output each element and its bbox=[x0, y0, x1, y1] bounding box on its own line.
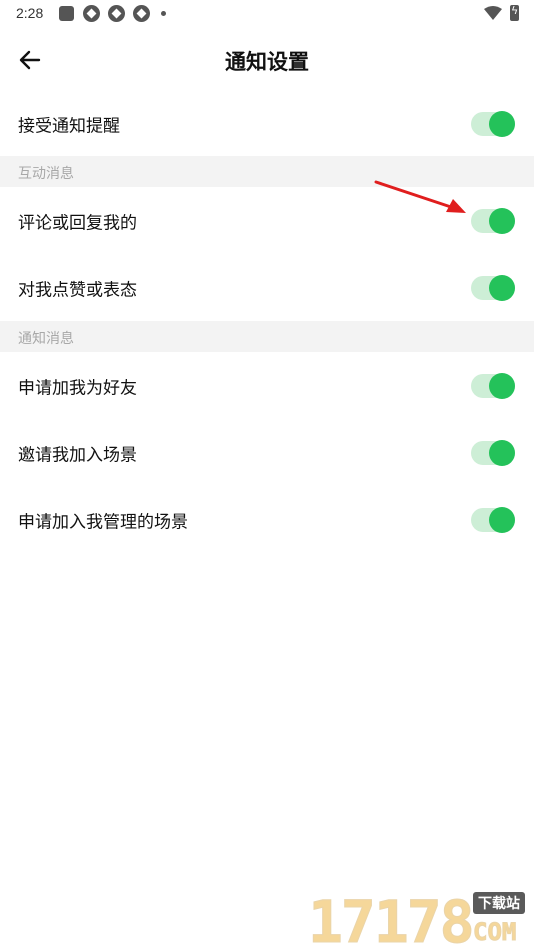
friend-requests-toggle[interactable] bbox=[471, 372, 515, 399]
app-pin-icon bbox=[133, 5, 150, 22]
more-dot-icon bbox=[161, 11, 166, 16]
section-header-notifications: 通知消息 bbox=[0, 321, 534, 352]
app-bar: 通知设置 bbox=[0, 28, 534, 90]
wifi-icon bbox=[484, 6, 502, 20]
setting-row-receive-notifications: 接受通知提醒 bbox=[0, 90, 534, 157]
section-title: 通知消息 bbox=[18, 331, 74, 347]
scene-invites-toggle[interactable] bbox=[471, 439, 515, 466]
status-time: 2:28 bbox=[16, 5, 44, 21]
status-bar: 2:28 bbox=[0, 0, 534, 28]
setting-row-scene-join-requests: 申请加入我管理的场景 bbox=[0, 486, 534, 553]
watermark-tag: 下载站 bbox=[473, 892, 525, 914]
annotation-arrow-icon bbox=[374, 180, 466, 213]
watermark-suffix: COM bbox=[472, 918, 517, 947]
toggle-knob bbox=[489, 274, 515, 301]
scene-join-requests-toggle[interactable] bbox=[471, 506, 515, 533]
comments-replies-toggle[interactable] bbox=[471, 207, 515, 234]
setting-label: 接受通知提醒 bbox=[18, 116, 120, 136]
toggle-knob bbox=[489, 207, 515, 234]
setting-row-likes-reactions: 对我点赞或表态 bbox=[0, 254, 534, 321]
setting-row-friend-requests: 申请加我为好友 bbox=[0, 352, 534, 419]
toggle-knob bbox=[489, 110, 515, 137]
page-title: 通知设置 bbox=[225, 50, 309, 74]
likes-reactions-toggle[interactable] bbox=[471, 274, 515, 301]
setting-label: 申请加我为好友 bbox=[18, 378, 137, 398]
setting-label: 评论或回复我的 bbox=[18, 213, 137, 233]
watermark-digits: 17178 bbox=[308, 888, 476, 950]
app-pin-icon bbox=[108, 5, 125, 22]
section-title: 互动消息 bbox=[18, 166, 74, 182]
toggle-knob bbox=[489, 372, 515, 399]
toggle-knob bbox=[489, 506, 515, 533]
notification-square-icon bbox=[59, 6, 74, 21]
setting-label: 邀请我加入场景 bbox=[18, 445, 137, 465]
watermark-logo: 17178 下载站 COM bbox=[308, 888, 534, 950]
app-pin-icon bbox=[83, 5, 100, 22]
receive-notifications-toggle[interactable] bbox=[471, 110, 515, 137]
setting-label: 申请加入我管理的场景 bbox=[18, 512, 188, 532]
toggle-knob bbox=[489, 439, 515, 466]
setting-row-scene-invites: 邀请我加入场景 bbox=[0, 419, 534, 486]
setting-label: 对我点赞或表态 bbox=[18, 280, 137, 300]
battery-charging-icon bbox=[510, 4, 519, 21]
